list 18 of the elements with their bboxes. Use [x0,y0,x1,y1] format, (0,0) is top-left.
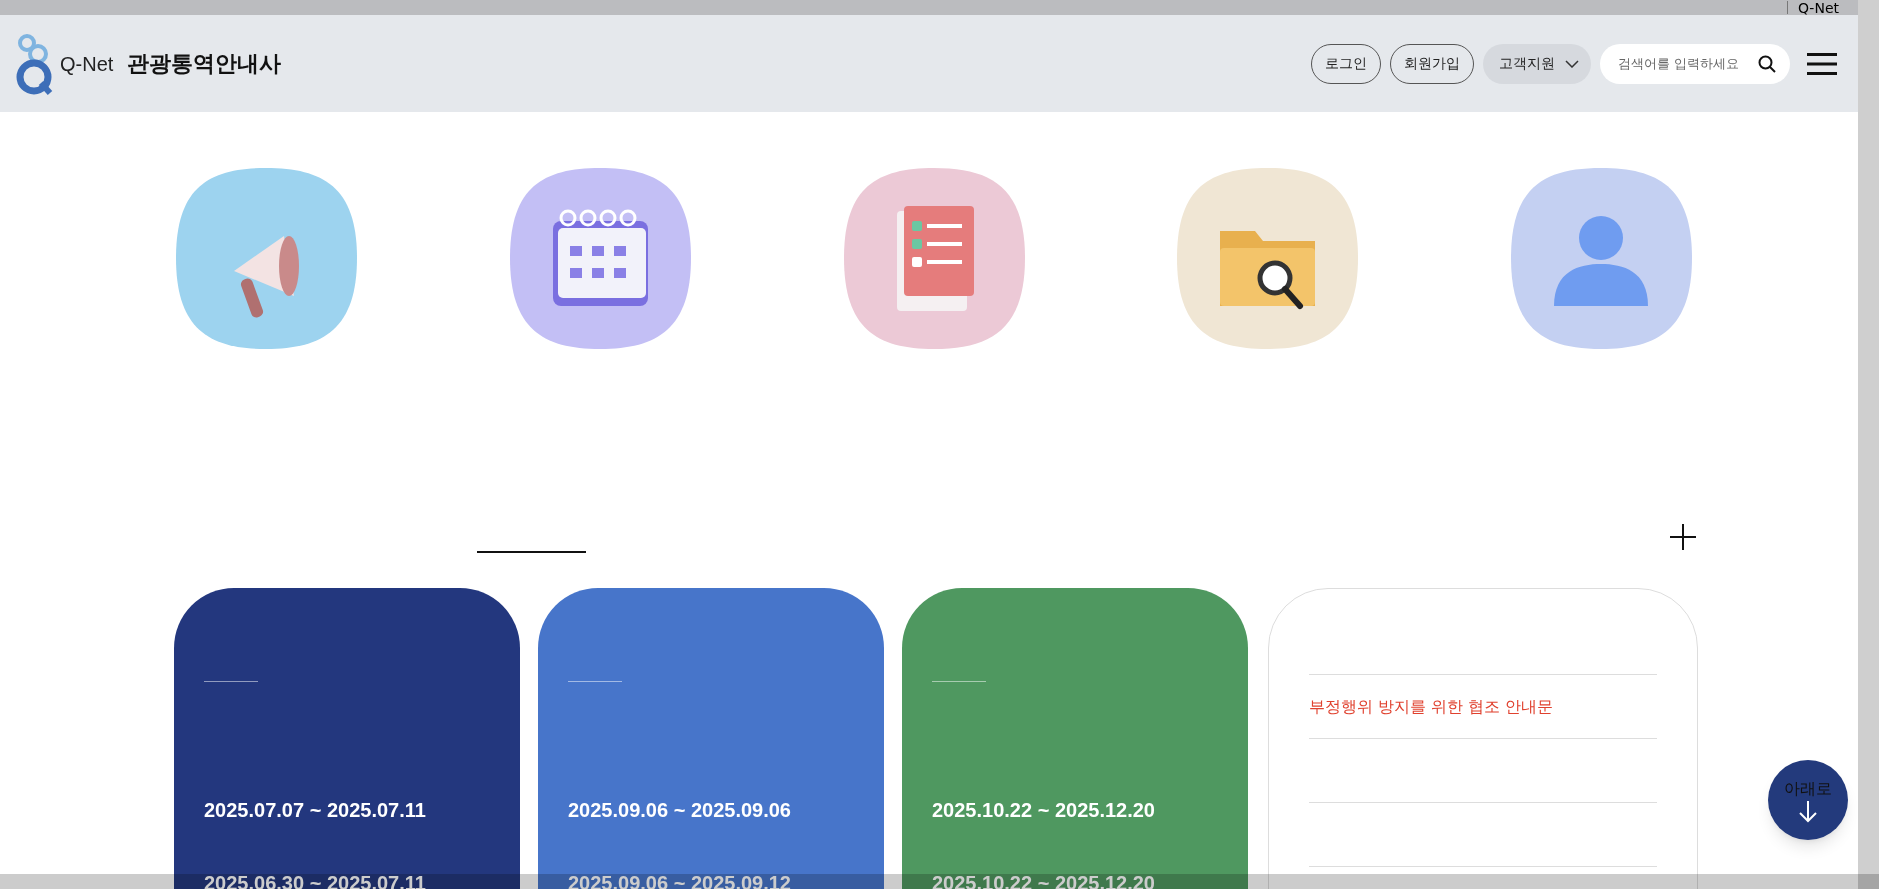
notice-link[interactable]: 부정행위 방지를 위한 협조 안내문 [1309,694,1554,719]
checklist-icon[interactable] [841,166,1027,351]
support-dropdown[interactable]: 고객지원 [1483,43,1591,84]
site-title: 관광통역안내사 [127,50,282,78]
plus-icon[interactable] [1670,524,1696,550]
calendar-icon[interactable] [507,166,693,351]
qnet-link[interactable]: Q-Net [1797,0,1839,15]
date-range: 2025.10.22 ~ 2025.12.20 [932,798,1156,823]
logo-text: Q-Net [60,51,114,77]
user-icon[interactable] [1509,166,1694,351]
menu-icon[interactable] [1807,52,1837,75]
date-range: 2025.07.07 ~ 2025.07.11 [204,798,427,823]
down-arrow-icon [1798,801,1818,823]
megaphone-icon[interactable] [174,166,359,351]
search-icon[interactable] [1758,54,1776,73]
chevron-icon [1565,59,1579,68]
date-range: 2025.09.06 ~ 2025.09.06 [568,798,792,823]
search-field[interactable]: 검색어를 입력하세요 [1600,43,1790,84]
